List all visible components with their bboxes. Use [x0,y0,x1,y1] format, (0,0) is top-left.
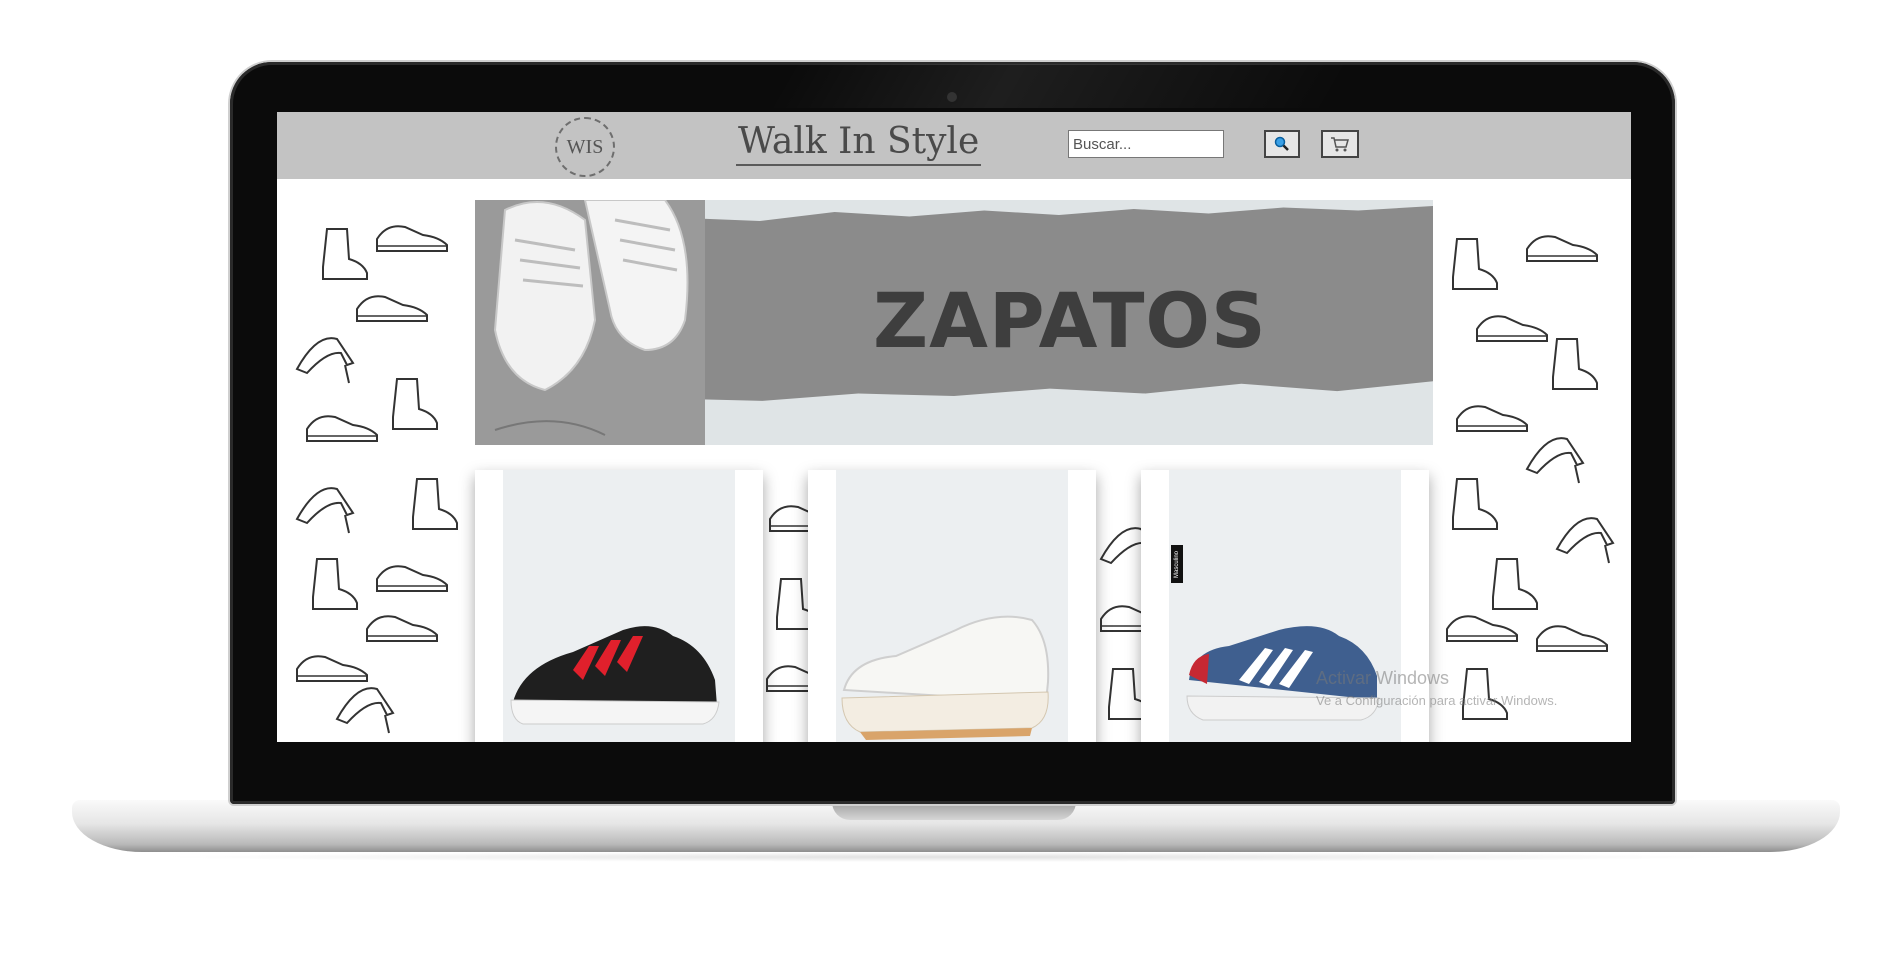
activation-watermark-subtitle: Ve a Configuración para activar Windows. [1316,693,1558,708]
site-header: WIS Walk In Style [277,112,1631,179]
banner-white-sneakers-image [475,200,705,445]
banner-title: ZAPATOS [873,276,1267,365]
search-icon [1274,136,1289,151]
site-logo[interactable]: WIS [555,117,615,177]
black-red-sneaker-image [510,626,720,725]
product-tag: Masculino [1171,545,1183,583]
webcam [947,92,957,102]
cart-button[interactable] [1321,130,1359,158]
search-button[interactable] [1264,130,1300,158]
product-image [836,470,1068,742]
product-card[interactable] [475,470,763,742]
site-title-link[interactable]: Walk In Style [736,120,982,166]
activation-watermark-title: Activar Windows [1316,668,1450,688]
website-screen: WIS Walk In Style ZAPATOS [277,112,1631,742]
hero-banner[interactable]: ZAPATOS [475,200,1433,445]
laptop-shadow [150,852,1750,862]
product-card[interactable] [808,470,1096,742]
product-image [503,470,735,742]
cart-icon [1331,137,1349,152]
lid-glare [767,64,1353,108]
logo-text: WIS [566,135,604,158]
search-input[interactable] [1068,130,1224,158]
white-platform-sneaker-image [841,615,1050,740]
